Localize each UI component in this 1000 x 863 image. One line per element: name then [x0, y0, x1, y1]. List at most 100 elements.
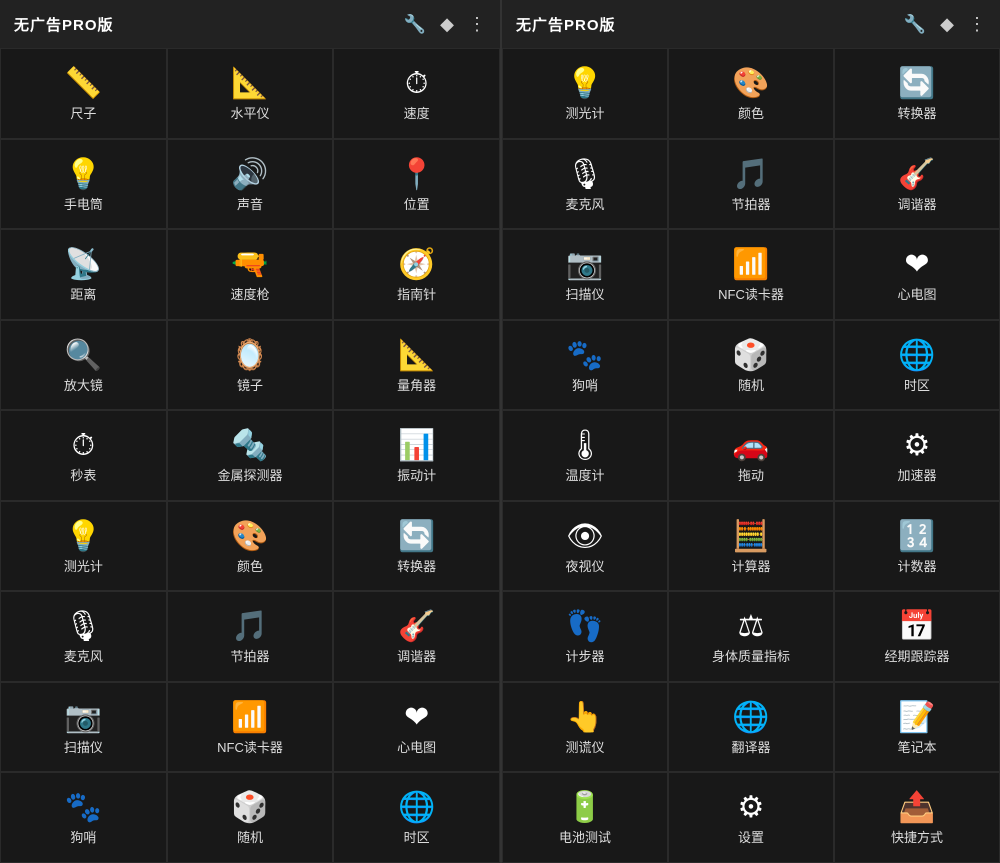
cell-label: 节拍器 — [731, 197, 770, 213]
left-topbar: 无广告PRO版 🔧 ◆ ⋮ — [0, 0, 500, 48]
grid-cell[interactable]: ⚙设置 — [668, 772, 834, 863]
right-diamond-icon[interactable]: ◆ — [940, 14, 954, 35]
grid-cell[interactable]: 📍 位置 — [333, 139, 500, 230]
cell-icon: ⚙ — [738, 791, 765, 824]
grid-cell[interactable]: 📐量角器 — [333, 320, 500, 411]
cell-icon: 🔫 — [231, 248, 268, 281]
cell-label: 测谎仪 — [565, 740, 604, 756]
left-grid: 📏尺子📐水平仪⏱速度 💡手电筒🔊声音 📍 位置 📡距离 🔫 速度枪 🧭指南针 🔍放大镜🪞镜子📐量… — [0, 48, 500, 863]
cell-icon: 👆 — [566, 701, 603, 734]
grid-cell[interactable]: 🔩金属探测器 — [167, 410, 334, 501]
grid-cell[interactable]: 💡手电筒 — [0, 139, 167, 230]
cell-icon: 👁 — [566, 520, 604, 553]
cell-label: 颜色 — [237, 559, 263, 575]
cell-label: 距离 — [70, 287, 96, 303]
grid-cell[interactable]: 🔍放大镜 — [0, 320, 167, 411]
grid-cell[interactable]: 🌐时区 — [834, 320, 1000, 411]
grid-cell[interactable]: 🎵 节拍器 — [668, 139, 834, 230]
cell-icon: 🎙 — [566, 158, 604, 191]
grid-cell[interactable]: 🎨 颜色 — [167, 501, 334, 592]
grid-cell[interactable]: 🚗拖动 — [668, 410, 834, 501]
cell-icon: 👣 — [566, 610, 603, 643]
cell-icon: 🎲 — [231, 791, 268, 824]
cell-label: 翻译器 — [731, 740, 770, 756]
grid-cell[interactable]: 📷扫描仪 — [502, 229, 668, 320]
grid-cell[interactable]: 📅经期跟踪器 — [834, 591, 1000, 682]
grid-cell[interactable]: 🐾狗哨 — [502, 320, 668, 411]
cell-icon: 🎲 — [732, 339, 769, 372]
grid-cell[interactable]: ⚙加速器 — [834, 410, 1000, 501]
grid-cell[interactable]: 🌐时区 — [333, 772, 500, 863]
left-diamond-icon[interactable]: ◆ — [440, 14, 454, 35]
grid-cell[interactable]: 📤快捷方式 — [834, 772, 1000, 863]
grid-cell[interactable]: ❤心电图 — [333, 682, 500, 773]
cell-label: 身体质量指标 — [712, 649, 790, 665]
grid-cell[interactable]: ❤心电图 — [834, 229, 1000, 320]
grid-cell[interactable]: 🌡温度计 — [502, 410, 668, 501]
grid-cell[interactable]: 🔊声音 — [167, 139, 334, 230]
cell-icon: 📍 — [398, 158, 435, 191]
grid-cell[interactable]: 👆 测谎仪 — [502, 682, 668, 773]
grid-cell[interactable]: 🎨 颜色 — [668, 48, 834, 139]
cell-icon: 🎨 — [732, 67, 769, 100]
grid-cell[interactable]: 🐾狗哨 — [0, 772, 167, 863]
grid-cell[interactable]: 🎵节拍器 — [167, 591, 334, 682]
grid-cell[interactable]: 👁 夜视仪 — [502, 501, 668, 592]
cell-label: 金属探测器 — [217, 468, 282, 484]
grid-cell[interactable]: 📡距离 — [0, 229, 167, 320]
left-panel: 无广告PRO版 🔧 ◆ ⋮ 📏尺子📐水平仪⏱速度 💡手电筒🔊声音 📍 位置 📡距离 🔫 速度… — [0, 0, 500, 863]
cell-icon: 💡 — [65, 520, 102, 553]
cell-label: 夜视仪 — [565, 559, 604, 575]
cell-icon: 🎨 — [231, 520, 268, 553]
grid-cell[interactable]: 📷扫描仪 — [0, 682, 167, 773]
cell-label: 颜色 — [738, 106, 764, 122]
grid-cell[interactable]: 💡测光计 — [0, 501, 167, 592]
grid-cell[interactable]: 🔄转换器 — [834, 48, 1000, 139]
grid-cell[interactable]: 🎙麦克风 — [0, 591, 167, 682]
cell-icon: ⏱ — [72, 429, 95, 462]
grid-cell[interactable]: 📐水平仪 — [167, 48, 334, 139]
grid-cell[interactable]: 👣计步器 — [502, 591, 668, 682]
cell-label: 位置 — [404, 197, 430, 213]
grid-cell[interactable]: 🎲 随机 — [668, 320, 834, 411]
grid-cell[interactable]: 📶NFC读卡器 — [668, 229, 834, 320]
cell-label: 心电图 — [397, 740, 436, 756]
grid-cell[interactable]: 🔋电池测试 — [502, 772, 668, 863]
grid-cell[interactable]: 🪞镜子 — [167, 320, 334, 411]
grid-cell[interactable]: 📊振动计 — [333, 410, 500, 501]
left-wrench-icon[interactable]: 🔧 — [404, 14, 426, 35]
grid-cell[interactable]: 📏尺子 — [0, 48, 167, 139]
right-wrench-icon[interactable]: 🔧 — [904, 14, 926, 35]
grid-cell[interactable]: ⏱秒表 — [0, 410, 167, 501]
cell-label: 速度枪 — [230, 287, 269, 303]
app-container: 无广告PRO版 🔧 ◆ ⋮ 📏尺子📐水平仪⏱速度 💡手电筒🔊声音 📍 位置 📡距离 🔫 速度… — [0, 0, 1000, 863]
cell-icon: 🧮 — [732, 520, 769, 553]
cell-icon: 🎸 — [398, 610, 435, 643]
cell-icon: 🎵 — [732, 158, 769, 191]
grid-cell[interactable]: 💡测光计 — [502, 48, 668, 139]
cell-label: 放大镜 — [64, 378, 103, 394]
left-more-icon[interactable]: ⋮ — [468, 14, 486, 35]
grid-cell[interactable]: 🌐翻译器 — [668, 682, 834, 773]
grid-cell[interactable]: 🎲 随机 — [167, 772, 334, 863]
grid-cell[interactable]: 📝 笔记本 — [834, 682, 1000, 773]
right-panel: 无广告PRO版 🔧 ◆ ⋮ 💡测光计🎨颜色🔄转换器🎙麦克风🎵节拍器🎸调谐器📷扫描… — [500, 0, 1000, 863]
grid-cell[interactable]: 🔫 速度枪 — [167, 229, 334, 320]
right-more-icon[interactable]: ⋮ — [968, 14, 986, 35]
cell-label: 测光计 — [565, 106, 604, 122]
cell-label: 调谐器 — [397, 649, 436, 665]
cell-label: 随机 — [738, 378, 764, 394]
grid-cell[interactable]: 🎸 调谐器 — [333, 591, 500, 682]
grid-cell[interactable]: 🧮计算器 — [668, 501, 834, 592]
grid-cell[interactable]: 📶NFC读卡器 — [167, 682, 334, 773]
grid-cell[interactable]: 🎸调谐器 — [834, 139, 1000, 230]
grid-cell[interactable]: 🧭指南针 — [333, 229, 500, 320]
grid-cell[interactable]: ⚖身体质量指标 — [668, 591, 834, 682]
cell-label: 笔记本 — [897, 740, 936, 756]
cell-label: 随机 — [237, 830, 263, 846]
cell-icon: 📝 — [898, 701, 935, 734]
grid-cell[interactable]: ⏱速度 — [333, 48, 500, 139]
grid-cell[interactable]: 🎙麦克风 — [502, 139, 668, 230]
grid-cell[interactable]: 🔢计数器 — [834, 501, 1000, 592]
grid-cell[interactable]: 🔄转换器 — [333, 501, 500, 592]
